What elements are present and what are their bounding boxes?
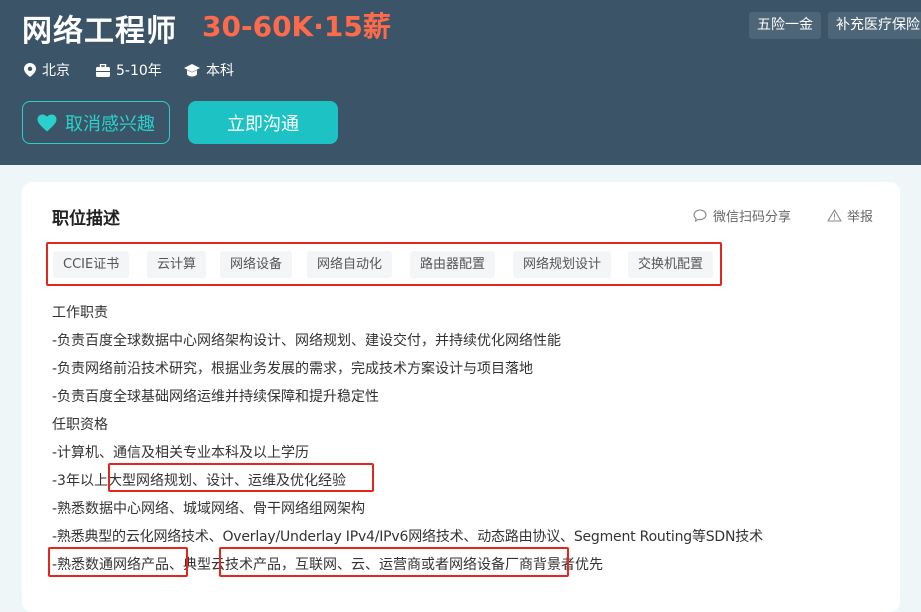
heart-icon	[37, 114, 57, 131]
skill-tag: 网络规划设计	[513, 251, 612, 278]
description-line: -计算机、通信及相关专业本科及以上学历	[52, 445, 310, 461]
skill-tag: 路由器配置	[410, 251, 496, 278]
benefit-tag: 补充医疗保险	[828, 12, 921, 39]
graduation-cap-icon	[184, 63, 200, 76]
experience-text: 5-10年	[116, 63, 162, 79]
wechat-share-link[interactable]: 微信扫码分享	[693, 206, 791, 225]
skill-tag: 网络设备	[220, 251, 293, 278]
report-link[interactable]: 举报	[827, 206, 873, 225]
briefcase-icon	[96, 63, 110, 77]
skill-tag: CCIE证书	[53, 251, 130, 278]
benefit-tag: 五险一金	[749, 12, 821, 39]
highlight-box	[108, 463, 374, 492]
job-education: 本科	[184, 60, 234, 80]
description-line: -负责百度全球基础网络运维并持续保障和提升稳定性	[52, 389, 380, 405]
skill-tag: 交换机配置	[628, 251, 714, 278]
description-line: 任职资格	[52, 417, 108, 433]
share-label: 微信扫码分享	[713, 210, 792, 225]
description-line: -熟悉数据中心网络、城域网络、骨干网络组网架构	[52, 501, 366, 517]
description-line: 工作职责	[52, 305, 108, 321]
chat-bubble-icon	[693, 209, 707, 222]
skill-tag: 云计算	[147, 251, 207, 278]
education-text: 本科	[206, 63, 234, 79]
warning-icon	[827, 209, 842, 222]
highlight-box	[219, 547, 569, 577]
description-line: -负责百度全球数据中心网络架构设计、网络规划、建设交付，并持续优化网络性能	[52, 333, 562, 349]
skill-tag: 网络自动化	[307, 251, 393, 278]
location-pin-icon	[24, 63, 36, 77]
location-text: 北京	[42, 63, 70, 79]
description-line: -熟悉典型的云化网络技术、Overlay/Underlay IPv4/IPv6网…	[52, 529, 763, 545]
section-title: 职位描述	[52, 209, 120, 229]
cancel-interest-label: 取消感兴趣	[65, 113, 155, 135]
chat-now-button[interactable]: 立即沟通	[188, 101, 338, 144]
report-label: 举报	[847, 210, 874, 225]
job-title: 网络工程师	[22, 14, 177, 49]
cancel-interest-button[interactable]: 取消感兴趣	[22, 101, 170, 144]
chat-now-label: 立即沟通	[227, 113, 299, 135]
job-experience: 5-10年	[96, 60, 162, 80]
description-line: -负责网络前沿技术研究，根据业务发展的需求，完成技术方案设计与项目落地	[52, 361, 534, 377]
salary: 30-60K·15薪	[202, 10, 391, 43]
highlight-box	[48, 547, 188, 577]
job-location: 北京	[24, 60, 70, 80]
